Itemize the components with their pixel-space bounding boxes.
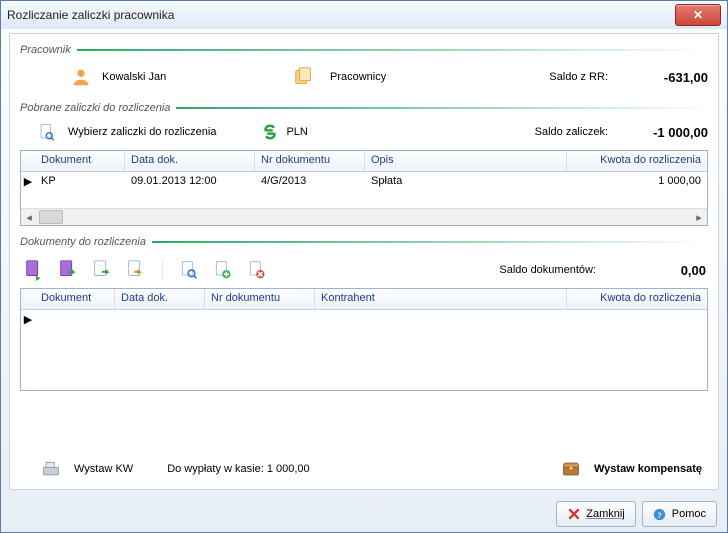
section-header-docs: Dokumenty do rozliczenia [20, 236, 708, 248]
docs-grid: Dokument Data dok. Nr dokumentu Kontrahe… [20, 288, 708, 391]
close-icon: ✕ [693, 8, 703, 22]
horizontal-scrollbar[interactable]: ◂ ▸ [21, 208, 707, 225]
currency-label: PLN [286, 126, 307, 138]
window: Rozliczanie zaliczki pracownika ✕ Pracow… [0, 0, 728, 533]
section-rule [77, 49, 708, 51]
col-nr[interactable]: Nr dokumentu [205, 289, 315, 309]
advances-controls-row: Wybierz zaliczki do rozliczenia PLN Sald… [20, 120, 708, 150]
doc-white-forward-icon[interactable] [90, 258, 114, 282]
close-button-label: Zamknij [586, 508, 625, 520]
chest-icon[interactable] [560, 460, 582, 478]
document-search-icon[interactable] [38, 122, 56, 142]
toolbar-divider [162, 259, 163, 281]
col-data[interactable]: Data dok. [115, 289, 205, 309]
help-icon: ? [653, 507, 667, 521]
employees-icon[interactable] [292, 66, 316, 88]
doc-search-icon[interactable] [177, 258, 201, 282]
saldo-docs-value: 0,00 [626, 263, 706, 278]
row-indicator-icon: ▶ [21, 175, 35, 188]
section-label: Pracownik [20, 44, 71, 56]
section-header-employee: Pracownik [20, 44, 708, 56]
docs-toolbar: Saldo dokumentów: 0,00 [20, 254, 708, 288]
employees-link[interactable]: Pracownicy [326, 69, 390, 85]
section-rule [176, 107, 708, 109]
window-close-button[interactable]: ✕ [675, 4, 721, 26]
close-button[interactable]: Zamknij [556, 501, 636, 527]
scroll-thumb[interactable] [39, 210, 63, 224]
window-title: Rozliczanie zaliczki pracownika [7, 8, 174, 22]
saldo-rr-label: Saldo z RR: [549, 71, 608, 83]
section-label: Dokumenty do rozliczenia [20, 236, 146, 248]
advances-rows: ▶ KP 09.01.2013 12:00 4/G/2013 Spłata 1 … [21, 172, 707, 208]
advances-grid-header: Dokument Data dok. Nr dokumentu Opis Kwo… [21, 151, 707, 172]
table-row[interactable]: ▶ [21, 310, 707, 328]
payout-label: Do wypłaty w kasie: 1 000,00 [167, 463, 309, 475]
help-button[interactable]: ? Pomoc [642, 501, 717, 527]
doc-purple-add-icon[interactable] [22, 258, 46, 282]
col-dokument[interactable]: Dokument [35, 151, 125, 171]
saldo-advances-value: -1 000,00 [628, 125, 708, 140]
section-header-advances: Pobrane zaliczki do rozliczenia [20, 102, 708, 114]
choose-advances-link[interactable]: Wybierz zaliczki do rozliczenia [64, 124, 220, 140]
scroll-right-icon[interactable]: ▸ [691, 210, 707, 224]
window-body: Pracownik Kowalski Jan Pracownicy Saldo … [9, 33, 719, 490]
col-data[interactable]: Data dok. [125, 151, 255, 171]
cell-opis: Spłata [365, 174, 567, 188]
doc-white-out-icon[interactable] [124, 258, 148, 282]
bottom-actions: Wystaw KW Do wypłaty w kasie: 1 000,00 W… [20, 449, 708, 481]
col-kontrahent[interactable]: Kontrahent [315, 289, 567, 309]
docs-grid-header: Dokument Data dok. Nr dokumentu Kontrahe… [21, 289, 707, 310]
cell-data: 09.01.2013 12:00 [125, 174, 255, 188]
footer: Zamknij ? Pomoc [1, 496, 727, 532]
currency-icon[interactable] [260, 122, 280, 142]
saldo-rr-value: -631,00 [628, 70, 708, 85]
docs-rows: ▶ [21, 310, 707, 390]
table-row[interactable]: ▶ KP 09.01.2013 12:00 4/G/2013 Spłata 1 … [21, 172, 707, 190]
col-kwota[interactable]: Kwota do rozliczenia [567, 151, 707, 171]
cash-register-icon[interactable] [40, 459, 62, 479]
doc-add-icon[interactable] [211, 258, 235, 282]
advances-grid: Dokument Data dok. Nr dokumentu Opis Kwo… [20, 150, 708, 226]
col-kwota[interactable]: Kwota do rozliczenia [567, 289, 707, 309]
doc-delete-icon[interactable] [245, 258, 269, 282]
person-icon [70, 66, 92, 88]
wystaw-kompensate-link[interactable]: Wystaw kompensatę [590, 461, 706, 477]
cell-nr: 4/G/2013 [255, 174, 365, 188]
saldo-docs-label: Saldo dokumentów: [499, 264, 596, 276]
col-dokument[interactable]: Dokument [35, 289, 115, 309]
section-label: Pobrane zaliczki do rozliczenia [20, 102, 170, 114]
titlebar: Rozliczanie zaliczki pracownika ✕ [1, 1, 727, 29]
col-opis[interactable]: Opis [365, 151, 567, 171]
cell-kwota: 1 000,00 [567, 174, 707, 188]
cell-dokument: KP [35, 174, 125, 188]
doc-purple-forward-icon[interactable] [56, 258, 80, 282]
employee-name: Kowalski Jan [102, 71, 232, 83]
wystaw-kw-link[interactable]: Wystaw KW [70, 461, 137, 477]
saldo-advances-label: Saldo zaliczek: [535, 126, 608, 138]
row-indicator-icon: ▶ [21, 313, 35, 326]
svg-text:?: ? [658, 510, 662, 519]
close-red-icon [567, 507, 581, 521]
col-nr[interactable]: Nr dokumentu [255, 151, 365, 171]
scroll-left-icon[interactable]: ◂ [21, 210, 37, 224]
employee-row: Kowalski Jan Pracownicy Saldo z RR: -631… [20, 62, 708, 98]
help-button-label: Pomoc [672, 508, 706, 520]
section-rule [152, 241, 708, 243]
